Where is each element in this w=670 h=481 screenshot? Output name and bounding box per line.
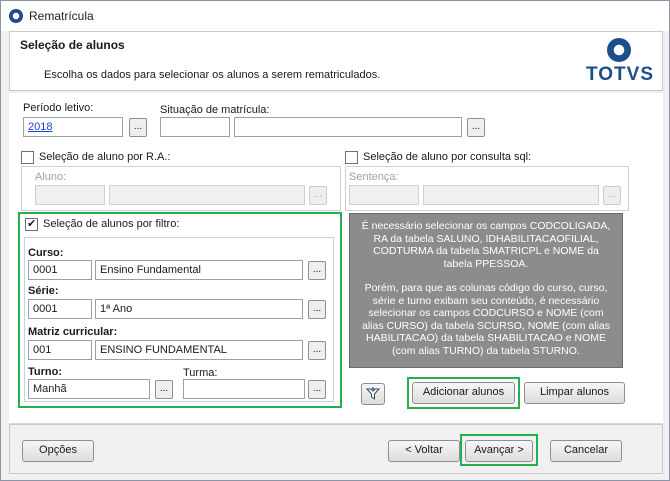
turma-label: Turma: bbox=[183, 367, 218, 379]
sql-info-box: É necessário selecionar os campos CODCOL… bbox=[349, 213, 623, 368]
avancar-button[interactable]: Avançar > bbox=[465, 440, 533, 462]
serie-name-field[interactable]: 1ª Ano bbox=[95, 299, 303, 319]
matriz-name-field[interactable]: ENSINO FUNDAMENTAL bbox=[95, 340, 303, 360]
sort-filter-icon bbox=[365, 387, 381, 400]
limpar-alunos-button[interactable]: Limpar alunos bbox=[524, 382, 625, 404]
sentenca-lookup-button[interactable]: ... bbox=[603, 186, 621, 205]
turno-label: Turno: bbox=[28, 366, 63, 378]
sql-info-paragraph-2: Porém, para que as colunas código do cur… bbox=[362, 282, 610, 357]
situacao-label: Situação de matrícula: bbox=[160, 104, 270, 116]
totvs-logo-text: TOTVS bbox=[586, 64, 654, 85]
aluno-name-field[interactable] bbox=[109, 185, 305, 205]
serie-label: Série: bbox=[28, 285, 59, 297]
opcoes-button[interactable]: Opções bbox=[22, 440, 94, 462]
adicionar-alunos-button[interactable]: Adicionar alunos bbox=[412, 382, 515, 404]
matriz-lookup-button[interactable]: ... bbox=[308, 341, 326, 360]
turma-field[interactable] bbox=[183, 379, 305, 399]
voltar-button[interactable]: < Voltar bbox=[388, 440, 460, 462]
aluno-code-field[interactable] bbox=[35, 185, 105, 205]
wizard-header: Seleção de alunos Escolha os dados para … bbox=[9, 31, 663, 91]
ra-selection-checkbox[interactable] bbox=[21, 151, 34, 164]
serie-lookup-button[interactable]: ... bbox=[308, 300, 326, 319]
periodo-field[interactable]: 2018 bbox=[23, 117, 123, 137]
page-description: Escolha os dados para selecionar os alun… bbox=[44, 69, 381, 81]
sql-selection-checkbox[interactable] bbox=[345, 151, 358, 164]
situacao-description-field[interactable] bbox=[234, 117, 462, 137]
sentenca-code-field[interactable] bbox=[349, 185, 419, 205]
matriz-label: Matriz curricular: bbox=[28, 326, 118, 338]
cancelar-button[interactable]: Cancelar bbox=[550, 440, 622, 462]
serie-code-field[interactable]: 0001 bbox=[28, 299, 92, 319]
title-bar: Rematrícula bbox=[1, 1, 669, 31]
periodo-lookup-button[interactable]: ... bbox=[129, 118, 147, 137]
curso-name-field[interactable]: Ensino Fundamental bbox=[95, 260, 303, 280]
rematricula-window: Rematrícula Seleção de alunos Escolha os… bbox=[0, 0, 670, 481]
turno-field[interactable]: Manhã bbox=[28, 379, 150, 399]
periodo-label: Período letivo: bbox=[23, 102, 94, 114]
matriz-code-field[interactable]: 001 bbox=[28, 340, 92, 360]
filtro-selection-checkbox[interactable] bbox=[25, 217, 38, 231]
situacao-code-field[interactable] bbox=[160, 117, 230, 137]
curso-lookup-button[interactable]: ... bbox=[308, 261, 326, 280]
aluno-label: Aluno: bbox=[35, 171, 67, 183]
sql-info-paragraph-1: É necessário selecionar os campos CODCOL… bbox=[361, 220, 611, 270]
aluno-lookup-button[interactable]: ... bbox=[309, 186, 327, 205]
turno-lookup-button[interactable]: ... bbox=[155, 380, 173, 399]
sql-selection-label: Seleção de aluno por consulta sql: bbox=[363, 151, 532, 163]
totvs-logo: TOTVS bbox=[586, 38, 654, 86]
sentenca-text-field[interactable] bbox=[423, 185, 599, 205]
situacao-lookup-button[interactable]: ... bbox=[467, 118, 485, 137]
filtro-selection-label: Seleção de alunos por filtro: bbox=[43, 218, 180, 230]
page-title: Seleção de alunos bbox=[20, 38, 125, 52]
ra-selection-label: Seleção de aluno por R.A.: bbox=[39, 151, 171, 163]
totvs-logo-icon bbox=[607, 38, 631, 62]
turma-lookup-button[interactable]: ... bbox=[308, 380, 326, 399]
wizard-body: Período letivo: 2018 ... Situação de mat… bbox=[9, 93, 663, 423]
app-icon bbox=[9, 9, 23, 23]
sort-filter-button[interactable] bbox=[361, 383, 385, 405]
wizard-footer: Opções < Voltar Avançar > Cancelar bbox=[9, 424, 663, 474]
curso-code-field[interactable]: 0001 bbox=[28, 260, 92, 280]
sentenca-label: Sentença: bbox=[349, 171, 399, 183]
curso-label: Curso: bbox=[28, 247, 64, 259]
window-title: Rematrícula bbox=[29, 9, 94, 23]
